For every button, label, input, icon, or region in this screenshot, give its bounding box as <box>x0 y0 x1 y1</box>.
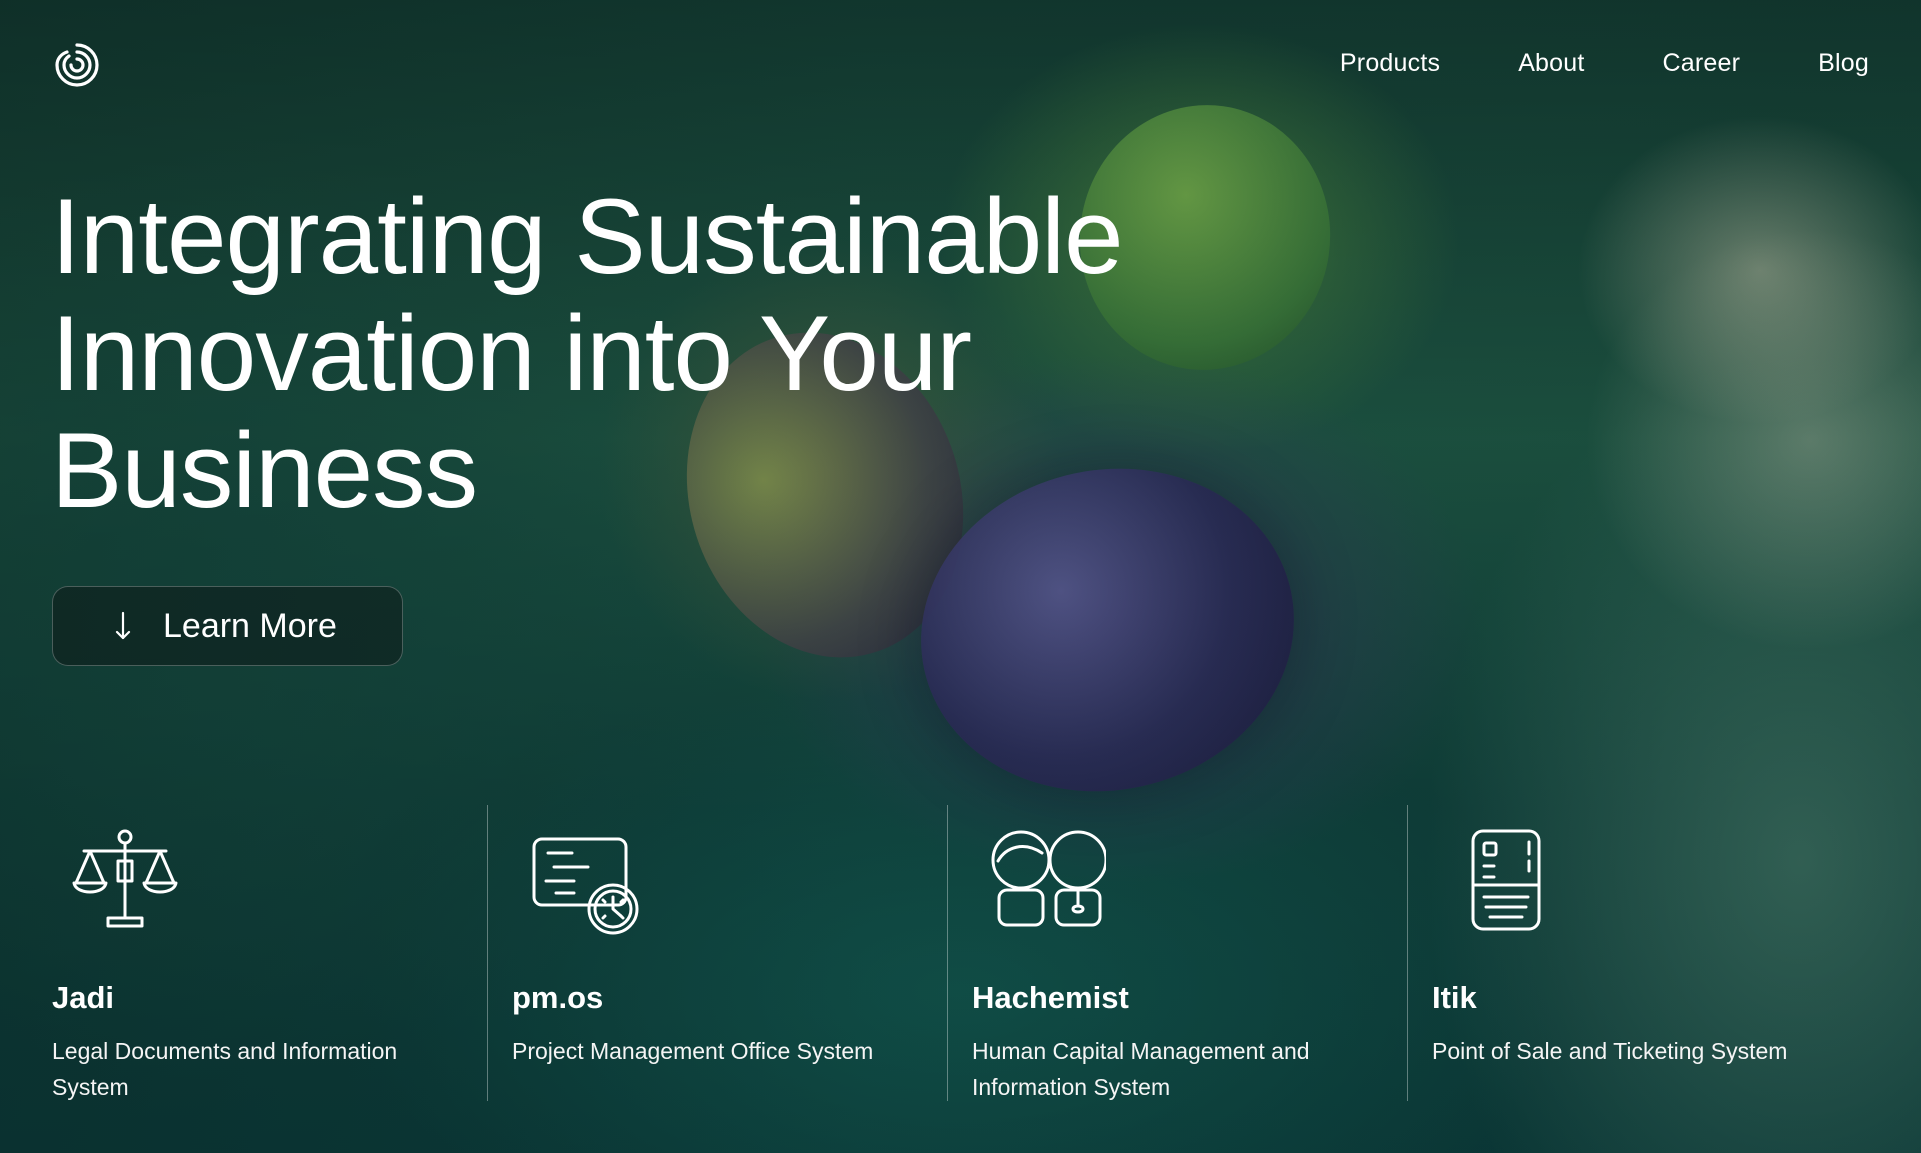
hero-headline-line-3: Business <box>51 410 478 530</box>
product-title: pm.os <box>512 980 604 1015</box>
hero-headline-line-1: Integrating Sustainable <box>51 176 1124 296</box>
balance-scale-icon <box>66 823 186 943</box>
nav-about[interactable]: About <box>1518 49 1584 78</box>
product-description: Human Capital Management and Information… <box>972 1038 1310 1100</box>
nav-products[interactable]: Products <box>1340 49 1440 78</box>
products-row: Jadi Legal Documents and Information Sys… <box>52 805 1892 1105</box>
hero-headline: Integrating Sustainable Innovation into … <box>51 178 1171 529</box>
nav-career[interactable]: Career <box>1663 49 1741 78</box>
hero-section: Products About Career Blog Integrating S… <box>0 0 1921 1153</box>
nav-blog[interactable]: Blog <box>1818 49 1869 78</box>
pos-terminal-icon <box>1446 823 1566 943</box>
product-title: Jadi <box>52 980 115 1015</box>
product-pm-os[interactable]: pm.os Project Management Office System <box>487 805 972 1105</box>
people-icon <box>986 823 1106 943</box>
product-itik[interactable]: Itik Point of Sale and Ticketing System <box>1407 805 1892 1105</box>
schedule-board-icon <box>526 823 646 943</box>
product-title: Hachemist <box>972 980 1129 1015</box>
product-description: Project Management Office System <box>512 1038 874 1064</box>
brand-logo-icon[interactable] <box>51 39 103 91</box>
arrow-down-icon <box>109 610 137 642</box>
product-description: Point of Sale and Ticketing System <box>1432 1038 1788 1064</box>
hero-headline-line-2: Innovation into Your <box>51 293 972 413</box>
learn-more-button[interactable]: Learn More <box>52 586 403 666</box>
product-description: Legal Documents and Information System <box>52 1038 398 1100</box>
product-hachemist[interactable]: Hachemist Human Capital Management and I… <box>947 805 1432 1105</box>
product-jadi[interactable]: Jadi Legal Documents and Information Sys… <box>52 805 512 1105</box>
learn-more-label: Learn More <box>163 606 337 645</box>
product-title: Itik <box>1432 980 1477 1015</box>
main-navigation: Products About Career Blog <box>1340 49 1869 78</box>
